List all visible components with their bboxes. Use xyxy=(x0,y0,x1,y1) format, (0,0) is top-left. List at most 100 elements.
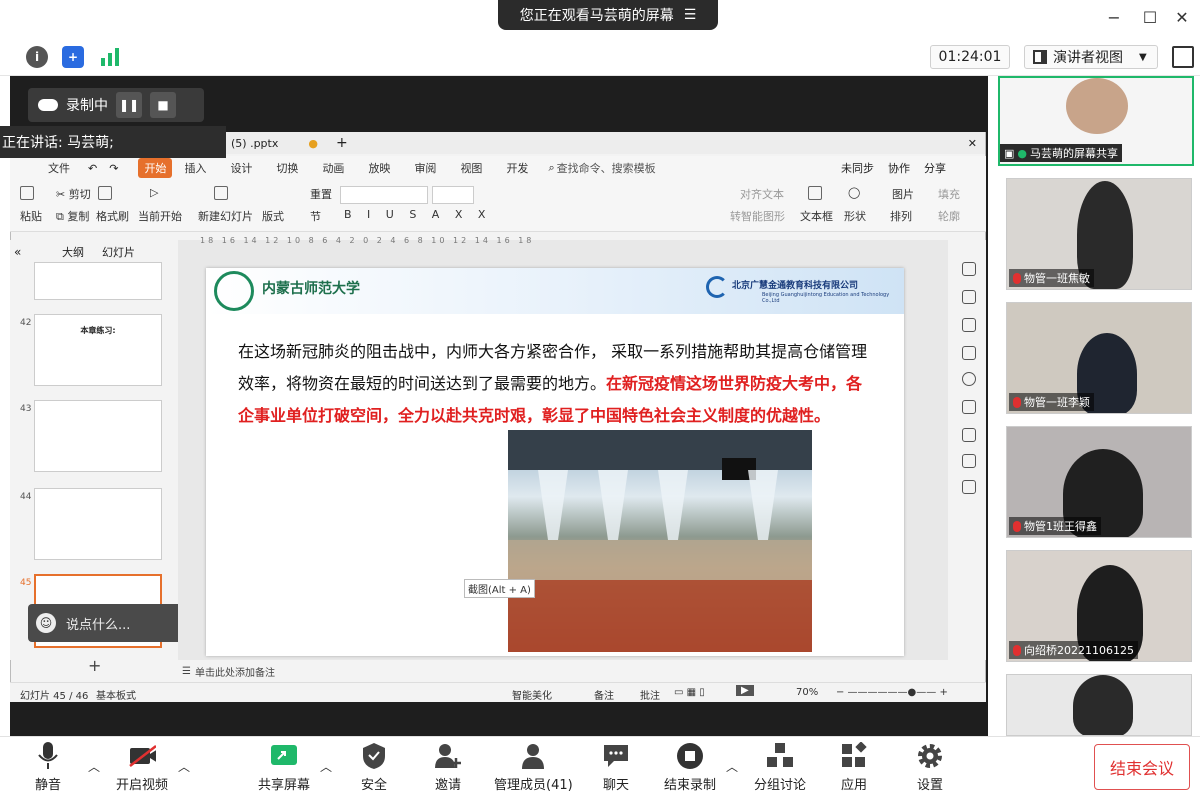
manage-members-button[interactable]: 管理成员(41) xyxy=(494,742,573,793)
settings-icon[interactable] xyxy=(962,428,976,442)
menu-developer[interactable]: 开发 xyxy=(494,160,540,176)
menu-slideshow[interactable]: 放映 xyxy=(356,160,402,176)
slide[interactable]: 内蒙古师范大学 北京广慧金通教育科技有限公司 Beijing Guanghuij… xyxy=(206,268,904,656)
apps-button[interactable]: 应用 xyxy=(840,742,868,793)
settings-sliders-icon[interactable] xyxy=(962,290,976,304)
security-button[interactable]: 安全 xyxy=(360,742,388,793)
new-slide-button[interactable]: 新建幻灯片 xyxy=(198,208,253,224)
text-style-buttons[interactable]: B I U S A X X xyxy=(344,208,491,221)
chevron-up-icon[interactable]: ︿ xyxy=(320,758,332,775)
slide-thumbnail[interactable] xyxy=(34,488,162,560)
notes-button[interactable]: 备注 xyxy=(594,687,614,702)
end-recording-button[interactable]: 结束录制 xyxy=(664,742,716,793)
share-screen-button[interactable]: 共享屏幕 xyxy=(258,742,310,793)
chat-button[interactable]: 聊天 xyxy=(602,742,630,793)
new-slide-icon[interactable] xyxy=(214,186,231,200)
section-button[interactable]: 节 xyxy=(310,208,321,224)
comments-button[interactable]: 批注 xyxy=(640,687,660,702)
redo-icon[interactable]: ↷ xyxy=(109,162,118,175)
slide-thumbnail[interactable]: 本章练习: xyxy=(34,314,162,386)
menu-insert[interactable]: 插入 xyxy=(172,160,218,176)
menu-view[interactable]: 视图 xyxy=(448,160,494,176)
participant-tile[interactable]: 向绍桥20221106125 xyxy=(1006,550,1192,662)
menu-file[interactable]: 文件 xyxy=(36,160,82,176)
slideshow-play-icon[interactable]: ▶ xyxy=(736,685,754,696)
align-text-button[interactable]: 对齐文本 xyxy=(740,186,784,202)
add-slide-button[interactable]: + xyxy=(88,656,101,675)
chat-input[interactable]: ☺ 说点什么... ‹ xyxy=(28,604,198,642)
reset-button[interactable]: 重置 xyxy=(310,186,332,202)
notes-bar[interactable]: ☰ 单击此处添加备注 xyxy=(178,662,948,680)
mute-button[interactable]: 静音 xyxy=(34,742,62,793)
participant-tile[interactable] xyxy=(1006,674,1192,736)
sync-status[interactable]: 未同步 xyxy=(841,160,874,176)
clock-icon[interactable] xyxy=(962,372,976,386)
zoom-level[interactable]: 70% xyxy=(796,687,818,698)
chevron-up-icon[interactable]: ︿ xyxy=(726,758,738,775)
maximize-button[interactable]: ☐ xyxy=(1140,8,1160,28)
minimize-button[interactable]: − xyxy=(1104,8,1124,28)
menu-design[interactable]: 设计 xyxy=(218,160,264,176)
text-box-icon[interactable] xyxy=(808,186,825,200)
stop-icon[interactable]: ■ xyxy=(150,92,176,118)
collapse-panel-icon[interactable]: « xyxy=(14,245,21,259)
start-video-button[interactable]: 开启视频 xyxy=(116,742,168,793)
outline-button[interactable]: 轮廓 xyxy=(938,208,960,224)
participant-tile[interactable]: 物管1班王得鑫 xyxy=(1006,426,1192,538)
fullscreen-icon[interactable] xyxy=(1172,46,1194,68)
pause-icon[interactable]: ❚❚ xyxy=(116,92,142,118)
star-icon[interactable] xyxy=(962,318,976,332)
tab-slides[interactable]: 幻灯片 xyxy=(102,244,135,260)
fill-button[interactable]: 填充 xyxy=(938,186,960,202)
invite-button[interactable]: 邀请 xyxy=(434,742,462,793)
slide-thumbnail[interactable] xyxy=(34,262,162,300)
menu-home[interactable]: 开始 xyxy=(138,158,173,178)
supplies-photo[interactable] xyxy=(508,430,812,652)
viewing-banner[interactable]: 您正在观看马芸萌的屏幕 ☰ xyxy=(498,0,718,30)
picture-button[interactable]: 图片 xyxy=(892,186,914,202)
menu-transition[interactable]: 切换 xyxy=(264,160,310,176)
menu-animation[interactable]: 动画 xyxy=(310,160,356,176)
participant-tile-sharer[interactable]: ▣ ● 马芸萌的屏幕共享 xyxy=(998,76,1194,166)
shield-icon[interactable]: + xyxy=(62,46,84,68)
end-meeting-button[interactable]: 结束会议 xyxy=(1094,744,1190,790)
pin-icon[interactable] xyxy=(962,262,976,276)
shape-button[interactable]: 形状 xyxy=(844,208,866,224)
window-close-icon[interactable]: ✕ xyxy=(968,137,977,150)
font-family-select[interactable] xyxy=(340,186,428,204)
signal-icon[interactable] xyxy=(100,48,120,66)
file-tab[interactable]: (5) .pptx xyxy=(231,137,278,150)
command-search[interactable]: 查找命令、搜索模板 xyxy=(557,160,656,176)
format-painter-icon[interactable] xyxy=(98,186,115,200)
collab-button[interactable]: 协作 xyxy=(888,160,910,176)
participant-tile[interactable]: 物管一班焦敏 xyxy=(1006,178,1192,290)
view-normal-icon[interactable]: ▭ ▦ ▯ xyxy=(674,687,705,698)
copy-button[interactable]: ⧉ 复制 xyxy=(56,208,89,224)
convert-smartart-button[interactable]: 转智能图形 xyxy=(730,208,785,224)
share-button[interactable]: 分享 xyxy=(924,160,946,176)
shape-icon[interactable]: ◯ xyxy=(848,186,860,199)
zoom-slider[interactable]: − ——————●—— + xyxy=(836,687,948,698)
cut-button[interactable]: ✂ 剪切 xyxy=(56,186,91,202)
info-icon[interactable]: i xyxy=(26,46,48,68)
paste-label[interactable]: 粘贴 xyxy=(20,208,42,224)
participant-tile[interactable]: 物管一班李颖 xyxy=(1006,302,1192,414)
text-box-button[interactable]: 文本框 xyxy=(800,208,833,224)
close-button[interactable]: ✕ xyxy=(1172,8,1192,28)
undo-icon[interactable]: ↶ xyxy=(88,162,97,175)
menu-icon[interactable]: ☰ xyxy=(684,7,697,23)
layout-button[interactable]: 版式 xyxy=(262,208,284,224)
settings-button[interactable]: 设置 xyxy=(916,742,944,793)
crop-icon[interactable] xyxy=(962,400,976,414)
picture-icon[interactable] xyxy=(962,346,976,360)
beautify-button[interactable]: 智能美化 xyxy=(512,687,552,702)
play-icon[interactable]: ▷ xyxy=(150,186,158,199)
slide-thumbnail[interactable] xyxy=(34,400,162,472)
emoji-icon[interactable]: ☺ xyxy=(36,613,56,633)
tab-outline[interactable]: 大纲 xyxy=(62,244,84,260)
play-from-current-button[interactable]: 当前开始 xyxy=(138,208,182,224)
cube-icon[interactable] xyxy=(962,480,976,494)
layout-icon[interactable] xyxy=(962,454,976,468)
new-tab-icon[interactable]: + xyxy=(336,135,348,151)
speaker-view-button[interactable]: 演讲者视图 ▼ xyxy=(1024,45,1158,69)
